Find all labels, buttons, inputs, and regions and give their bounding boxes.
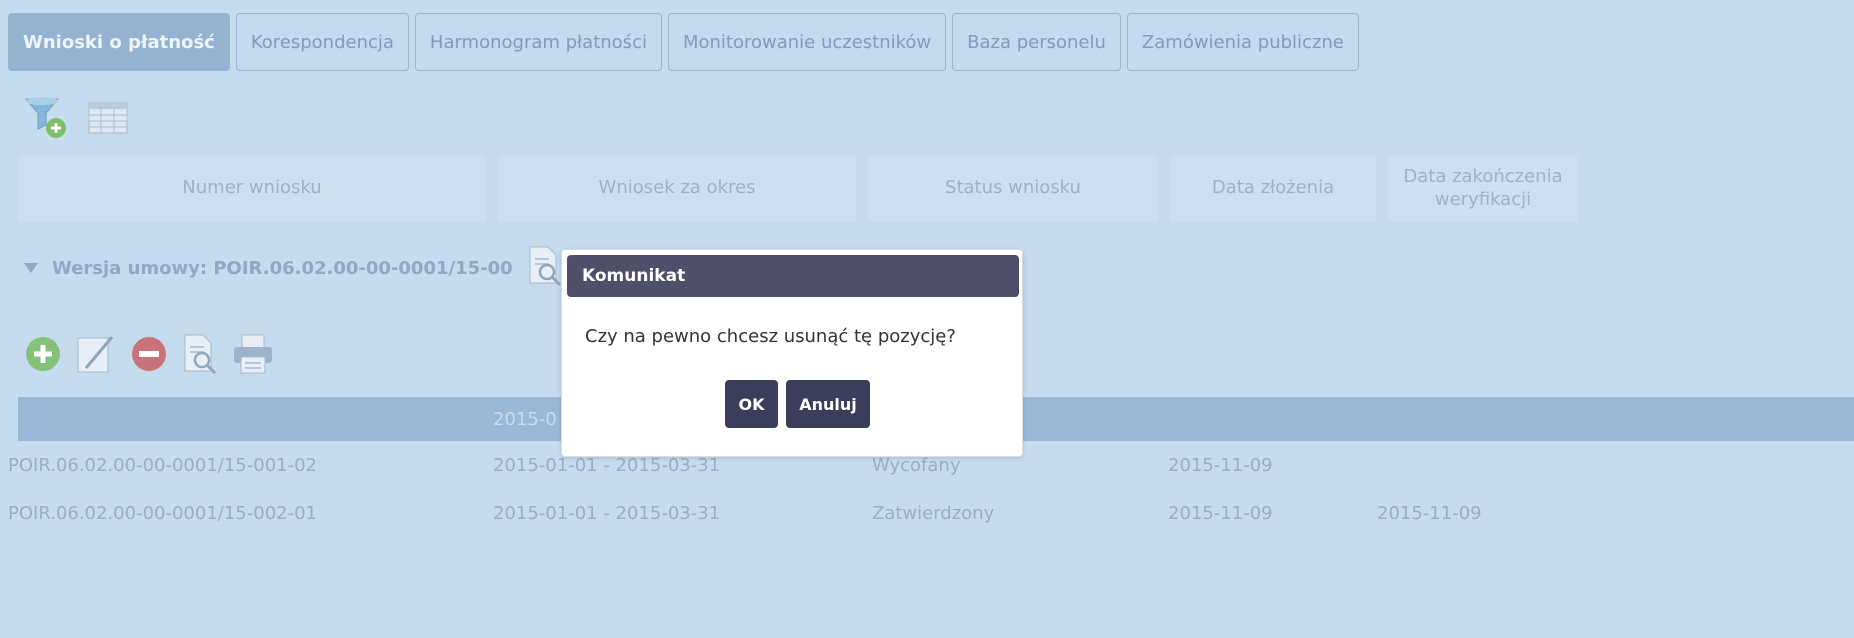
cell-verified: 2015-11-09 <box>1377 503 1482 524</box>
table-row[interactable]: POIR.06.02.00-00-0001/15-002-01 2015-01-… <box>0 490 1854 538</box>
tab-correspondence[interactable]: Korespondencja <box>235 13 409 71</box>
column-header-verified[interactable]: Data zakończenia weryfikacji <box>1388 156 1578 221</box>
add-icon[interactable] <box>24 335 62 377</box>
collapse-triangle-icon[interactable] <box>24 263 38 273</box>
tab-staff-database[interactable]: Baza personelu <box>952 13 1121 71</box>
tab-payment-schedule[interactable]: Harmonogram płatności <box>414 13 662 71</box>
top-toolbar <box>24 95 128 145</box>
table-view-icon[interactable] <box>88 102 128 138</box>
cancel-button[interactable]: Anuluj <box>786 380 870 428</box>
cell-status: Zatwierdzony <box>872 503 995 524</box>
edit-icon[interactable] <box>76 334 116 378</box>
column-header-status[interactable]: Status wniosku <box>868 156 1158 221</box>
tab-participant-monitoring[interactable]: Monitorowanie uczestników <box>667 13 947 71</box>
cell-period: 2015-01-01 - 2015-03-31 <box>493 455 721 476</box>
table-header: Numer wniosku Wniosek za okres Status wn… <box>18 156 1578 221</box>
cell-number: POIR.06.02.00-00-0001/15-001-02 <box>8 455 317 476</box>
remove-icon[interactable] <box>130 335 168 377</box>
dialog-message: Czy na pewno chcesz usunąć tę pozycję? <box>585 326 956 347</box>
preview-document-icon[interactable] <box>527 245 563 292</box>
cell-submitted: 2015-11-09 <box>1168 455 1273 476</box>
tab-payment-requests[interactable]: Wnioski o płatność <box>8 13 230 71</box>
column-header-submitted[interactable]: Data złożenia <box>1170 156 1376 221</box>
filter-add-icon[interactable] <box>24 95 68 145</box>
ok-button[interactable]: OK <box>725 380 778 428</box>
tab-bar: Wnioski o płatność Korespondencja Harmon… <box>8 13 1359 71</box>
preview-icon[interactable] <box>182 333 218 379</box>
confirm-dialog: Komunikat Czy na pewno chcesz usunąć tę … <box>561 249 1023 457</box>
cell-submitted: 2015-11-09 <box>1168 503 1273 524</box>
version-label: Wersja umowy: POIR.06.02.00-00-0001/15-0… <box>52 257 513 279</box>
dialog-title: Komunikat <box>567 255 1019 297</box>
print-icon[interactable] <box>232 333 274 379</box>
row-actions-toolbar <box>24 333 274 379</box>
column-header-number[interactable]: Numer wniosku <box>18 156 486 221</box>
tab-public-procurement[interactable]: Zamówienia publiczne <box>1126 13 1359 71</box>
column-header-period[interactable]: Wniosek za okres <box>498 156 856 221</box>
cell-number: POIR.06.02.00-00-0001/15-002-01 <box>8 503 317 524</box>
cell-period: 2015-01-01 - 2015-03-31 <box>493 503 721 524</box>
page: Wnioski o płatność Korespondencja Harmon… <box>0 0 1854 638</box>
cell-status: Wycofany <box>872 455 961 476</box>
version-group-row[interactable]: Wersja umowy: POIR.06.02.00-00-0001/15-0… <box>24 243 563 293</box>
subheader-period: 2015-0 <box>493 409 557 430</box>
